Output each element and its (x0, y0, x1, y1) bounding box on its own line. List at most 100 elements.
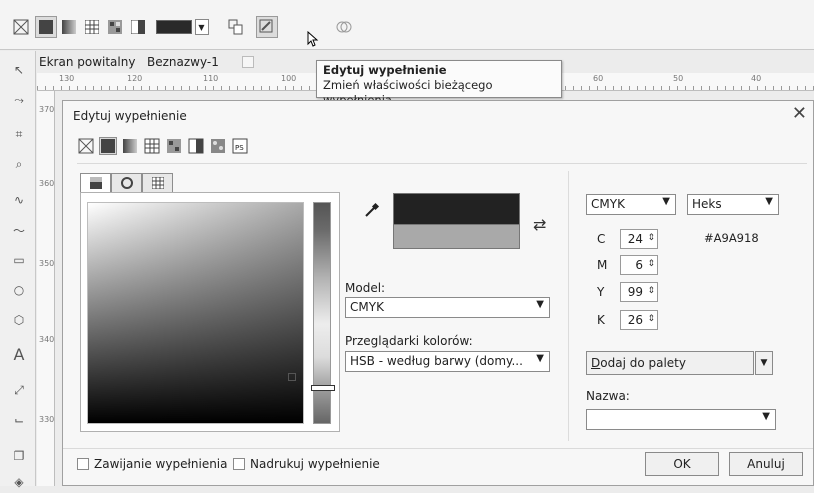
transparency-button[interactable] (333, 16, 355, 38)
uniform-fill-icon (39, 20, 53, 34)
spinner-icon[interactable]: ⇕ (647, 259, 655, 269)
edit-fill-icon (259, 19, 273, 33)
fill-color-picker[interactable]: ▼ (152, 16, 212, 38)
add-to-palette-label: odaj do palety (600, 356, 686, 370)
pick-tool[interactable]: ↖ (8, 59, 30, 81)
edit-fill-dialog: Edytuj wypełnienie ✕ PS ⇄ Model: CMYK ▼ … (62, 100, 814, 486)
ruler-tick-label: 330 (39, 415, 55, 424)
color-picker-marker[interactable] (288, 373, 296, 381)
two-color-fill-button[interactable] (127, 16, 149, 38)
two-color-fill-icon (188, 138, 204, 154)
eyedropper-button[interactable] (363, 201, 381, 219)
hex-format-select[interactable]: Heks ▼ (687, 194, 779, 215)
cmyk-y-value: 99 (627, 285, 643, 299)
postscript-fill-icon: PS (232, 138, 248, 154)
cmyk-y-field[interactable]: 99 ⇕ (620, 282, 658, 302)
add-to-palette-button[interactable]: Dodaj do palety (586, 351, 754, 375)
cancel-button[interactable]: Anuluj (729, 452, 803, 476)
dimension-icon: ⤢ (14, 382, 24, 397)
overprint-fill-checkbox[interactable] (233, 458, 245, 470)
cmyk-c-field[interactable]: 24 ⇕ (620, 229, 658, 249)
dimension-tool[interactable]: ⤢ (8, 379, 30, 401)
chevron-down-icon: ▼ (760, 358, 768, 368)
ok-button[interactable]: OK (645, 452, 719, 476)
text-tool[interactable]: A (8, 343, 30, 365)
text-icon: A (13, 344, 25, 364)
hue-slider-handle[interactable] (311, 385, 335, 391)
close-icon[interactable]: ✕ (792, 103, 807, 124)
no-fill-button[interactable] (10, 16, 32, 38)
name-combo[interactable]: ▼ (586, 409, 776, 430)
dialog-title: Edytuj wypełnienie (73, 109, 187, 123)
spinner-icon[interactable]: ⇕ (647, 286, 655, 296)
uniform-fill-button[interactable] (35, 16, 57, 38)
fill-type-fountain[interactable] (121, 137, 139, 155)
new-tab-icon[interactable] (242, 56, 254, 68)
hue-slider[interactable] (311, 202, 335, 424)
zoom-tool[interactable]: ⌕ (8, 153, 30, 175)
ellipse-icon: ○ (13, 283, 25, 297)
color-wheel-icon (120, 177, 133, 189)
artistic-media-tool[interactable]: 〜 (8, 219, 30, 241)
spinner-icon[interactable]: ⇕ (647, 314, 655, 324)
fountain-fill-button[interactable] (58, 16, 80, 38)
polygon-tool[interactable]: ⬡ (8, 309, 30, 331)
fill-type-bitmap[interactable] (165, 137, 183, 155)
saturation-brightness-area[interactable] (87, 202, 304, 424)
connector-icon: ⌙ (13, 413, 25, 427)
chevron-down-icon: ▼ (765, 196, 773, 207)
add-to-palette-menu-button[interactable]: ▼ (755, 351, 773, 375)
fill-type-two-color[interactable] (187, 137, 205, 155)
tab-color-palettes[interactable] (142, 173, 173, 193)
bitmap-fill-button[interactable] (104, 16, 126, 38)
shadow-icon: ❐ (13, 449, 25, 463)
tab-untitled-1[interactable]: Beznazwy-1 (147, 55, 219, 69)
color-viewer-icon (89, 177, 102, 189)
arrow-pointer-icon: ↖ (13, 63, 25, 77)
connector-tool[interactable]: ⌙ (8, 409, 30, 431)
fill-type-texture[interactable] (209, 137, 227, 155)
shadow-tool[interactable]: ❐ (8, 445, 30, 467)
tab-welcome-screen[interactable]: Ekran powitalny (39, 55, 135, 69)
color-viewer-select[interactable]: HSB - według barwy (domy... ▼ (345, 351, 550, 372)
cmyk-k-value: 26 (627, 313, 643, 327)
ruler-tick-label: 360 (39, 179, 55, 188)
tab-color-harmonies[interactable] (111, 173, 142, 193)
crop-tool[interactable]: ⌗ (8, 123, 30, 145)
property-bar: ▼ (0, 0, 814, 50)
crop-icon: ⌗ (15, 126, 23, 141)
fill-type-postscript[interactable]: PS (231, 137, 249, 155)
cmyk-m-field[interactable]: 6 ⇕ (620, 255, 658, 275)
old-color-swatch (393, 225, 520, 249)
freehand-tool[interactable]: ∿ (8, 189, 30, 211)
edit-fill-button[interactable] (256, 16, 278, 38)
rectangle-tool[interactable]: ▭ (8, 249, 30, 271)
toolbox: ↖ ⤳ ⌗ ⌕ ∿ 〜 ▭ ○ ⬡ A ⤢ ⌙ ❐ ◈ (0, 51, 36, 489)
texture-fill-icon (211, 139, 225, 153)
copy-fill-button[interactable] (225, 16, 247, 38)
pattern-fill-icon (85, 20, 99, 34)
artistic-media-icon: 〜 (12, 223, 25, 238)
fill-type-none[interactable] (77, 137, 95, 155)
chevron-down-icon: ▼ (536, 299, 544, 310)
new-color-swatch (393, 193, 520, 225)
cmyk-c-value: 24 (627, 232, 643, 246)
wrap-fill-checkbox[interactable] (77, 458, 89, 470)
uniform-fill-icon (101, 139, 115, 153)
fill-type-pattern[interactable] (143, 137, 161, 155)
fill-type-uniform[interactable] (99, 137, 117, 155)
fill-tool[interactable]: ◈ (8, 471, 30, 493)
tab-color-viewers[interactable] (80, 173, 111, 193)
chevron-down-icon: ▼ (662, 196, 670, 207)
ruler-tick-label: 120 (127, 74, 143, 83)
swap-colors-icon[interactable]: ⇄ (533, 215, 546, 234)
spinner-icon[interactable]: ⇕ (647, 233, 655, 243)
ellipse-tool[interactable]: ○ (8, 279, 30, 301)
shape-tool[interactable]: ⤳ (8, 89, 30, 111)
vertical-ruler[interactable]: 370 360 350 340 330 (37, 91, 55, 486)
pattern-fill-button[interactable] (81, 16, 103, 38)
colorspace-select[interactable]: CMYK ▼ (586, 194, 676, 215)
ruler-tick-label: 60 (593, 74, 604, 83)
cmyk-k-field[interactable]: 26 ⇕ (620, 310, 658, 330)
model-select[interactable]: CMYK ▼ (345, 297, 550, 318)
